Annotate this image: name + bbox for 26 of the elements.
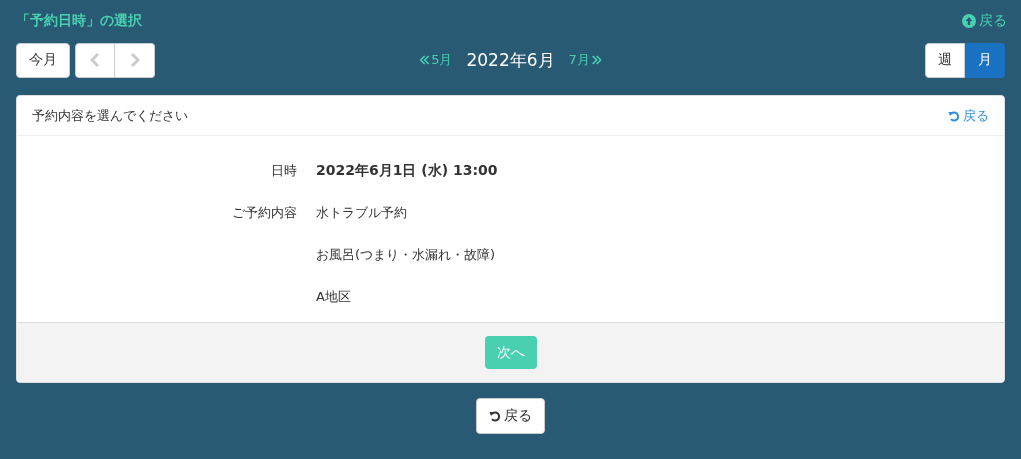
next-button[interactable] [115, 42, 155, 78]
field-value: お風呂(つまり・水漏れ・故障) [316, 246, 496, 264]
next-month-link[interactable]: 7月 [568, 51, 602, 69]
field-label: 日時 [271, 163, 297, 178]
back-button[interactable]: 戻る [476, 398, 545, 434]
back-link[interactable]: 戻る [962, 12, 1007, 30]
chevron-right-icon [129, 53, 140, 67]
field-value: 水トラブル予約 [316, 204, 407, 222]
panel-back-link[interactable]: 戻る [948, 106, 989, 125]
this-month-button[interactable]: 今月 [16, 42, 70, 78]
previous-button[interactable] [75, 42, 115, 78]
view-tab[interactable]: 週 [925, 42, 965, 78]
field-value: A地区 [316, 288, 351, 306]
current-month: 2022年6月 [466, 48, 555, 72]
view-tab[interactable]: 月 [965, 42, 1005, 78]
up-arrow-icon [962, 14, 976, 28]
previous-month-link[interactable]: 5月 [419, 51, 453, 69]
undo-icon [489, 410, 501, 422]
field-value: 2022年6月1日 (水) 13:00 [316, 162, 498, 180]
chevron-left-icon [90, 53, 100, 67]
double-chevron-left-icon [419, 55, 430, 65]
page-title: 「予約日時」の選択 [16, 12, 142, 30]
double-chevron-right-icon [591, 55, 602, 65]
field-label: ご予約内容 [232, 205, 297, 220]
undo-icon [948, 109, 960, 122]
panel-title: 予約内容を選んでください [32, 106, 188, 125]
